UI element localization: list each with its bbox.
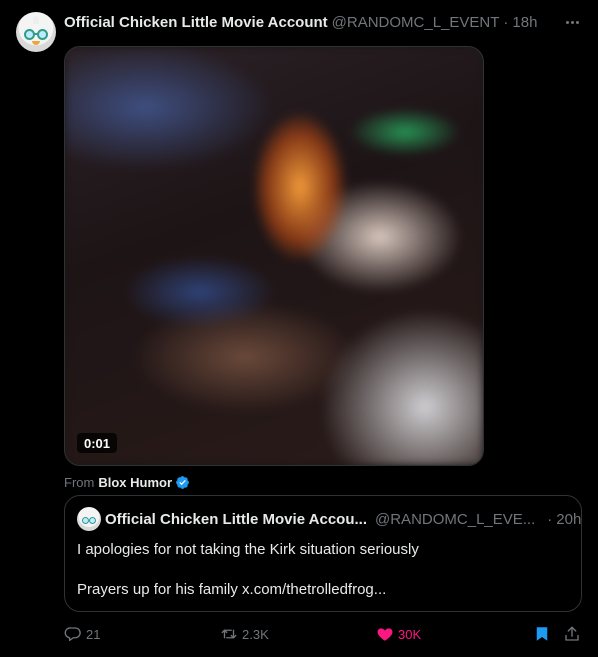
author-name[interactable]: Official Chicken Little Movie Account <box>64 14 328 31</box>
avatar-beak <box>32 41 40 45</box>
video-source-attribution: From Blox Humor <box>64 473 190 491</box>
retweet-button[interactable]: 2.3K <box>220 624 269 644</box>
like-button[interactable]: 30K <box>376 624 421 644</box>
quoted-author-handle: @RANDOMC_L_EVE... <box>375 510 536 528</box>
retweet-count: 2.3K <box>242 626 269 642</box>
avatar-eye-right <box>89 517 96 524</box>
quoted-text-gap <box>77 560 571 580</box>
tweet-action-bar: 21 2.3K 30K <box>64 624 582 644</box>
quoted-text-line-link: Prayers up for his family x.com/thetroll… <box>77 581 387 598</box>
source-account-link[interactable]: Blox Humor <box>98 475 172 490</box>
quoted-author-name: Official Chicken Little Movie Accou... <box>105 510 367 528</box>
more-options-icon[interactable] <box>562 12 582 32</box>
quoted-header-separator: · <box>547 510 553 528</box>
quoted-author-avatar <box>77 507 101 531</box>
reply-button[interactable]: 21 <box>64 624 100 644</box>
quoted-tweet-card[interactable]: Official Chicken Little Movie Accou... @… <box>64 495 582 612</box>
heart-filled-icon <box>377 628 393 641</box>
more-dot <box>570 20 574 24</box>
quoted-timestamp: 20h <box>556 510 582 528</box>
avatar-eye-left <box>82 517 89 524</box>
tweet-timestamp[interactable]: 18h <box>512 14 537 31</box>
author-avatar[interactable] <box>16 12 56 52</box>
video-player[interactable]: 0:01 <box>64 46 484 466</box>
video-frame <box>65 47 483 465</box>
bookmark-filled-icon <box>536 627 548 641</box>
header-separator: · <box>503 13 509 31</box>
from-label: From <box>64 474 95 490</box>
reply-icon <box>64 627 81 642</box>
author-handle[interactable]: @RANDOMC_L_EVENT <box>332 14 500 31</box>
retweet-icon <box>221 629 237 639</box>
avatar-tuft <box>33 16 39 24</box>
more-dot <box>565 20 569 24</box>
tweet-header: Official Chicken Little Movie Account @R… <box>64 12 537 32</box>
quoted-text-line: I apologies for not taking the Kirk situ… <box>77 541 419 558</box>
avatar-eye-right <box>37 29 48 40</box>
bookmark-button[interactable] <box>533 624 555 644</box>
like-count: 30K <box>398 626 422 642</box>
reply-count: 21 <box>86 626 101 642</box>
more-dot <box>575 20 579 24</box>
quoted-tweet-header: Official Chicken Little Movie Accou... @… <box>77 507 581 531</box>
video-duration: 0:01 <box>77 433 118 453</box>
tweet[interactable]: Official Chicken Little Movie Account @R… <box>0 0 598 657</box>
verified-badge-icon <box>176 475 189 489</box>
quoted-tweet-text: I apologies for not taking the Kirk situ… <box>77 540 571 600</box>
share-button[interactable] <box>563 624 585 644</box>
share-icon <box>565 626 579 641</box>
